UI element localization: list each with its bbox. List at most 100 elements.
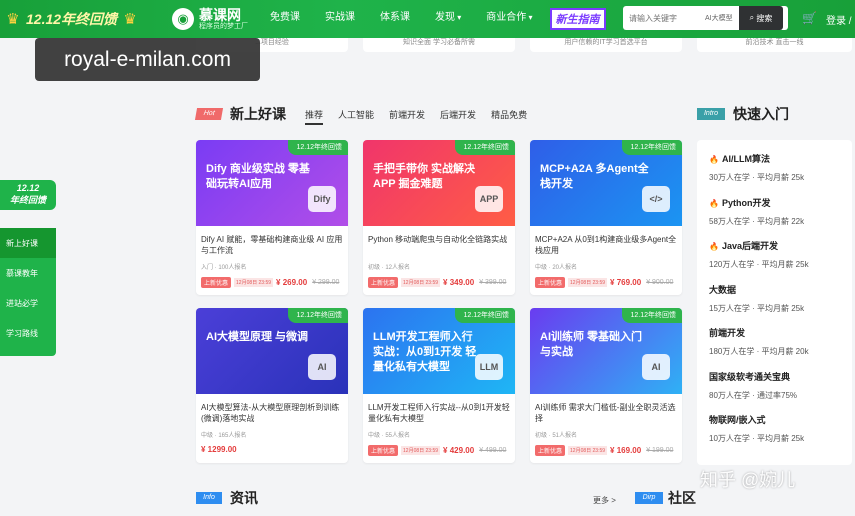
tab-backend[interactable]: 后端开发 <box>440 108 476 125</box>
course-title: MCP+A2A 从0到1构建商业级多Agent全栈应用 <box>535 235 677 255</box>
strip-card[interactable]: 用户信赖的IT学习首选平台 <box>530 38 682 52</box>
newbie-guide-button[interactable]: 新生指南 <box>549 8 606 30</box>
thumbnail-text: MCP+A2A 多Agent全栈开发 <box>540 163 649 190</box>
app-icon: APP <box>475 186 503 212</box>
course-title: Dify AI 赋能，零基础构建商业级 AI 应用与工作流 <box>201 235 343 255</box>
promo-banner[interactable]: ♛ 12.12年终回馈 ♛ <box>0 0 162 38</box>
promo-ribbon: 12.12年终回馈 <box>455 140 515 155</box>
strip-card[interactable]: 前沿技术 直击一线 <box>697 38 852 52</box>
course-meta: 初级 · 51人报名 <box>535 433 578 439</box>
logo-slogan: 程序员的梦工厂 <box>199 22 248 30</box>
robot-icon: AI <box>308 354 336 380</box>
search-box: AI大模型 ⌕ 搜索 <box>623 6 788 30</box>
cart-icon[interactable]: 🛒 <box>802 11 817 25</box>
search-button[interactable]: ⌕ 搜索 <box>739 6 783 30</box>
course-card[interactable]: 12.12年终回馈 手把手带你 实战解决 APP 掘金难题 APP Python… <box>363 140 515 295</box>
course-thumbnail: 12.12年终回馈 手把手带你 实战解决 APP 掘金难题 APP <box>363 140 515 226</box>
chat-bot-icon: LLM <box>475 354 503 380</box>
nav-item-system[interactable]: 体系课 <box>380 8 410 30</box>
search-input[interactable] <box>623 13 705 23</box>
course-title: AI大模型算法-从大模型原理剖析到训练(微调)落地实战 <box>201 403 340 423</box>
quick-item[interactable]: 物联网/嵌入式 10万人在学 · 平均月薪 25k <box>709 413 852 457</box>
quick-item-stats: 15万人在学 · 平均月薪 25k <box>709 303 805 313</box>
course-card[interactable]: 12.12年终回馈 AI训练师 零基础入门与实战 AI AI训练师 需求大门槛低… <box>530 308 682 463</box>
thumbnail-text: Dify 商业级实战 零基础玩转AI应用 <box>206 163 310 190</box>
course-meta: 中级 · 55人报名 <box>368 433 411 439</box>
quick-start-panel: 🔥 AI/LLM算法 30万人在学 · 平均月薪 25k 🔥 Python开发 58… <box>697 140 852 465</box>
ai-icon: AI <box>642 354 670 380</box>
new-discount-tag: 上新优惠 <box>535 277 566 288</box>
original-price: ¥ 199.00 <box>646 447 674 454</box>
quick-item[interactable]: 🔥 Python开发 58万人在学 · 平均月薪 22k <box>709 196 852 240</box>
nav-item-practice[interactable]: 实战课 <box>325 8 355 30</box>
hot-tag: Hot <box>194 108 224 120</box>
course-meta: 中级 · 20人报名 <box>535 265 578 271</box>
watermark-overlay: royal-e-milan.com <box>35 38 260 81</box>
zhihu-watermark: 知乎 @婉儿 <box>700 470 796 490</box>
quick-item-name: AI/LLM算法 <box>721 154 770 164</box>
nav-item-free[interactable]: 免费课 <box>270 8 300 30</box>
sidebar-item-roadmap[interactable]: 学习路线 <box>0 318 56 348</box>
thumbnail-text: AI训练师 零基础入门与实战 <box>540 331 643 358</box>
promo-ribbon: 12.12年终回馈 <box>288 308 348 323</box>
quick-item[interactable]: 🔥 AI/LLM算法 30万人在学 · 平均月薪 25k <box>709 152 852 196</box>
promo-ribbon: 12.12年终回馈 <box>455 308 515 323</box>
sidebar-promo-badge[interactable]: 12.12 年终回馈 <box>0 180 56 210</box>
course-title: LLM开发工程师入行实战--从0到1开发轻量化私有大模型 <box>368 403 510 423</box>
new-discount-tag: 上新优惠 <box>368 445 399 456</box>
tab-ai[interactable]: 人工智能 <box>338 108 374 125</box>
sidebar-item-must-learn[interactable]: 进站必学 <box>0 288 56 318</box>
quick-item[interactable]: 前端开发 180万人在学 · 平均月薪 20k <box>709 326 852 370</box>
code-window-icon: </> <box>642 186 670 212</box>
course-card[interactable]: 12.12年终回馈 Dify 商业级实战 零基础玩转AI应用 Dify Dify… <box>196 140 348 295</box>
nav-item-business[interactable]: 商业合作 <box>486 8 532 30</box>
fire-icon: 🔥 <box>709 198 719 208</box>
course-tabs: 推荐 人工智能 前端开发 后端开发 精品免费 <box>305 108 542 125</box>
strip-card[interactable]: 知识全面 学习必备所需 <box>363 38 515 52</box>
deadline-tag: 12月08日 23:59 <box>401 446 441 455</box>
search-button-label: 搜索 <box>756 13 773 23</box>
quick-item-stats: 30万人在学 · 平均月薪 25k <box>709 173 805 182</box>
tab-frontend[interactable]: 前端开发 <box>389 108 425 125</box>
course-meta: 中级 · 165人报名 <box>201 433 247 439</box>
more-link[interactable]: 更多 > <box>593 495 616 506</box>
quick-item-name: 物联网/嵌入式 <box>709 415 766 425</box>
deadline-tag: 12月08日 23:59 <box>568 278 608 287</box>
course-meta: 初级 · 12人报名 <box>368 265 411 271</box>
quick-item[interactable]: 大数据 15万人在学 · 平均月薪 25k <box>709 283 852 327</box>
course-price: ¥ 1299.00 <box>201 445 237 454</box>
course-card[interactable]: 12.12年终回馈 AI大模型原理 与微调 AI AI大模型算法-从大模型原理剖… <box>196 308 348 463</box>
quick-item[interactable]: 🔥 Java后端开发 120万人在学 · 平均月薪 25k <box>709 239 852 283</box>
tab-recommend[interactable]: 推荐 <box>305 108 324 125</box>
sidebar-item-new[interactable]: 新上好课 <box>0 228 56 258</box>
nav-item-discover[interactable]: 发现 <box>435 8 461 30</box>
quick-item[interactable]: 国家级软考通关宝典 80万人在学 · 通过率75% <box>709 370 852 414</box>
quick-item-stats: 80万人在学 · 通过率75% <box>709 390 798 400</box>
sidebar-item-year[interactable]: 慕课教年 <box>0 258 56 288</box>
site-logo[interactable]: ◉ 慕课网 程序员的梦工厂 <box>172 7 248 31</box>
course-card[interactable]: 12.12年终回馈 LLM开发工程师入行 实战：从0到1开发 轻量化私有大模型 … <box>363 308 515 463</box>
promo-ribbon: 12.12年终回馈 <box>288 140 348 155</box>
tab-free[interactable]: 精品免费 <box>491 108 527 125</box>
promo-ribbon: 12.12年终回馈 <box>622 140 682 155</box>
deadline-tag: 12月08日 23:59 <box>234 278 274 287</box>
sidebar-badge-top: 12.12 <box>16 183 40 193</box>
course-title: Python 移动端爬虫与自动化全链路实战 <box>368 235 508 244</box>
info-tag: Info <box>196 492 222 504</box>
quick-start-title: 快速入门 <box>733 106 789 122</box>
course-thumbnail: 12.12年终回馈 Dify 商业级实战 零基础玩转AI应用 Dify <box>196 140 348 226</box>
new-discount-tag: 上新优惠 <box>535 445 566 456</box>
quick-item-stats: 10万人在学 · 平均月薪 25k <box>709 434 805 443</box>
section-title: 新上好课 <box>230 106 286 122</box>
login-link[interactable]: 登录 / <box>826 12 852 27</box>
thumbnail-text: AI大模型原理 与微调 <box>206 331 309 343</box>
search-hot-tag[interactable]: AI大模型 <box>705 13 739 23</box>
main-nav: 免费课 实战课 体系课 发现 商业合作 新生指南 <box>270 8 606 30</box>
intro-tag: Intro <box>697 108 725 120</box>
dify-icon: Dify <box>308 186 336 212</box>
quick-item-stats: 58万人在学 · 平均月薪 22k <box>709 216 805 226</box>
course-price: ¥ 169.00 <box>610 446 642 455</box>
course-card[interactable]: 12.12年终回馈 MCP+A2A 多Agent全栈开发 </> MCP+A2A… <box>530 140 682 295</box>
promo-ribbon: 12.12年终回馈 <box>622 308 682 323</box>
search-icon: ⌕ <box>749 13 757 22</box>
